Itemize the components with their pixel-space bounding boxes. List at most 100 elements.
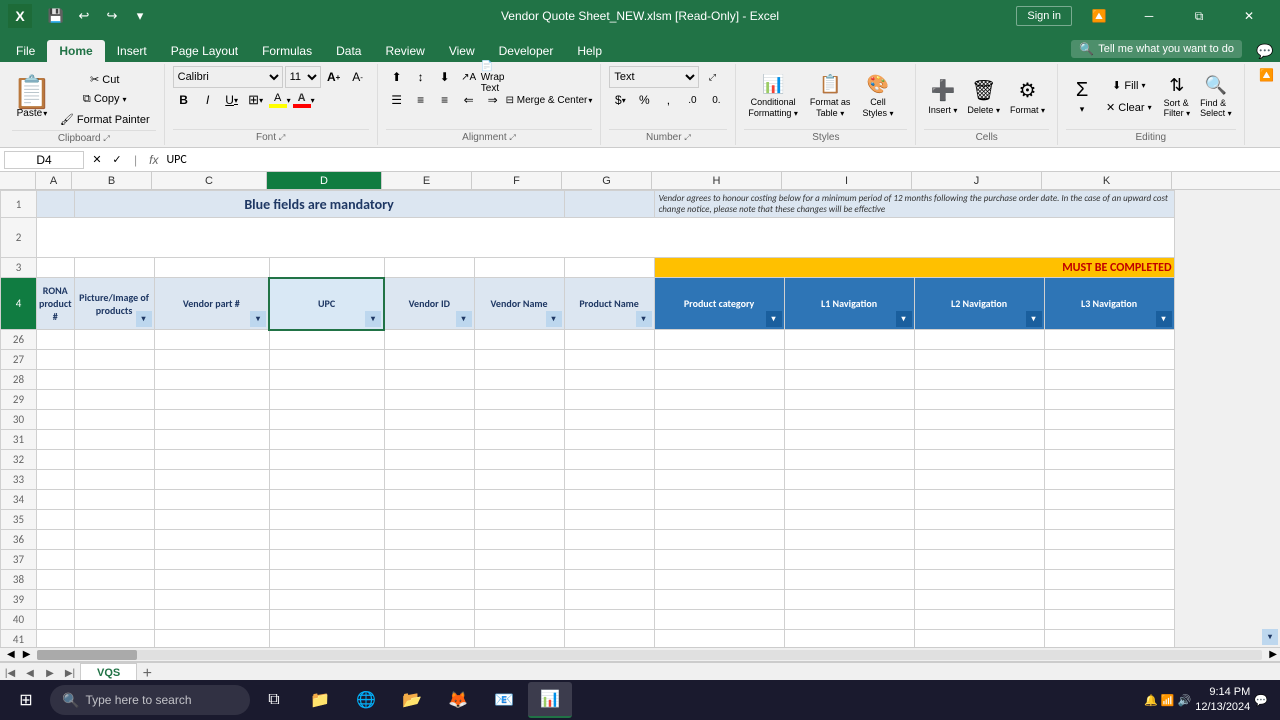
delete-btn[interactable]: 🗑 Delete ▾ bbox=[963, 68, 1004, 126]
comma-btn[interactable]: , bbox=[657, 89, 679, 111]
minimize-btn[interactable]: ─ bbox=[1126, 0, 1172, 32]
cell-K4-header[interactable]: L3 Navigation ▾ bbox=[1044, 278, 1174, 330]
tab-developer[interactable]: Developer bbox=[487, 40, 566, 62]
number-format-select[interactable]: Text bbox=[609, 66, 699, 88]
tab-review[interactable]: Review bbox=[373, 40, 436, 62]
insert-btn[interactable]: ➕ Insert ▾ bbox=[924, 68, 961, 126]
cell-D4-header[interactable]: UPC ▾ bbox=[269, 278, 384, 330]
cell-B1-merged[interactable]: Blue fields are mandatory bbox=[74, 191, 564, 218]
cell-E3[interactable] bbox=[384, 258, 474, 278]
cell-A1[interactable] bbox=[37, 191, 75, 218]
col-F-dropdown[interactable]: ▾ bbox=[546, 311, 562, 327]
save-quick-btn[interactable]: 💾 bbox=[44, 4, 68, 28]
tab-view[interactable]: View bbox=[437, 40, 487, 62]
notification-icon[interactable]: 💬 bbox=[1254, 694, 1268, 707]
cell-F4-header[interactable]: Vendor Name ▾ bbox=[474, 278, 564, 330]
collapse-ribbon-btn[interactable]: 🔼 bbox=[1257, 64, 1276, 145]
align-top-btn[interactable]: ⬆ bbox=[386, 66, 408, 88]
fill-btn[interactable]: ⬇ Fill ▾ bbox=[1100, 76, 1158, 96]
tab-home[interactable]: Home bbox=[47, 40, 104, 62]
scroll-left-btn[interactable]: ◀ bbox=[4, 649, 18, 660]
col-E-dropdown[interactable]: ▾ bbox=[456, 311, 472, 327]
task-view-btn[interactable]: ⧉ bbox=[252, 682, 296, 718]
col-header-H[interactable]: H bbox=[652, 172, 782, 189]
taskbar-search[interactable]: 🔍 Type here to search bbox=[50, 685, 250, 715]
number-format-expand-btn[interactable]: ⤢ bbox=[701, 66, 723, 88]
col-K-dropdown[interactable]: ▾ bbox=[1156, 311, 1172, 327]
col-D-dropdown[interactable]: ▾ bbox=[365, 311, 381, 327]
cell-H4-header[interactable]: Product category ▾ bbox=[654, 278, 784, 330]
confirm-formula-btn[interactable]: ✓ bbox=[108, 151, 126, 169]
underline-btn[interactable]: U ▾ bbox=[221, 89, 243, 111]
indent-decrease-btn[interactable]: ⇐ bbox=[458, 89, 480, 111]
currency-btn[interactable]: $▾ bbox=[609, 89, 631, 111]
col-header-J[interactable]: J bbox=[912, 172, 1042, 189]
col-H-dropdown[interactable]: ▾ bbox=[766, 311, 782, 327]
tab-help[interactable]: Help bbox=[565, 40, 614, 62]
cell-D3[interactable] bbox=[269, 258, 384, 278]
col-header-F[interactable]: F bbox=[472, 172, 562, 189]
ribbon-search[interactable]: 🔍 Tell me what you want to do bbox=[1071, 40, 1242, 58]
cell-A2[interactable] bbox=[37, 218, 1175, 258]
align-left-btn[interactable]: ☰ bbox=[386, 89, 408, 111]
cell-G1[interactable] bbox=[564, 191, 654, 218]
format-painter-btn[interactable]: 🖌 Format Painter bbox=[54, 110, 156, 128]
dec-decimal-btn[interactable]: 0. bbox=[705, 89, 727, 111]
wrap-text-btn[interactable]: 📄 Wrap Text bbox=[482, 66, 504, 88]
align-center-btn[interactable]: ≡ bbox=[410, 89, 432, 111]
format-cells-btn[interactable]: ⚙ Format ▾ bbox=[1006, 68, 1049, 126]
col-header-A[interactable]: A bbox=[36, 172, 72, 189]
col-G-dropdown[interactable]: ▾ bbox=[636, 311, 652, 327]
taskbar-firefox-btn[interactable]: 🦊 bbox=[436, 682, 480, 718]
cell-B3[interactable] bbox=[74, 258, 154, 278]
tab-insert[interactable]: Insert bbox=[105, 40, 159, 62]
col-header-C[interactable]: C bbox=[152, 172, 267, 189]
redo-quick-btn[interactable]: ↪ bbox=[100, 4, 124, 28]
scroll-right2-btn[interactable]: ▶ bbox=[1266, 649, 1280, 660]
cell-A4-header[interactable]: RONA product # ▾ bbox=[37, 278, 75, 330]
col-header-G[interactable]: G bbox=[562, 172, 652, 189]
orient-btn[interactable]: ↗A bbox=[458, 66, 480, 88]
col-C-dropdown[interactable]: ▾ bbox=[250, 311, 266, 327]
h-scroll-thumb[interactable] bbox=[37, 650, 137, 660]
comments-btn[interactable]: 💬 bbox=[1250, 40, 1280, 62]
bold-btn[interactable]: B bbox=[173, 89, 195, 111]
taskbar-files-btn[interactable]: 📂 bbox=[390, 682, 434, 718]
fill-color-btn[interactable]: A ▾ bbox=[269, 89, 291, 111]
italic-btn[interactable]: I bbox=[197, 89, 219, 111]
horizontal-scrollbar[interactable]: ◀ ▶ ▶ bbox=[0, 647, 1280, 661]
taskbar-outlook-btn[interactable]: 📧 bbox=[482, 682, 526, 718]
cut-btn[interactable]: ✂ Cut bbox=[54, 70, 156, 88]
taskbar-explorer-btn[interactable]: 📁 bbox=[298, 682, 342, 718]
cancel-formula-btn[interactable]: ✕ bbox=[88, 151, 106, 169]
font-size-select[interactable]: 11 bbox=[285, 66, 321, 88]
align-right-btn[interactable]: ≡ bbox=[434, 89, 456, 111]
tab-data[interactable]: Data bbox=[324, 40, 373, 62]
col-header-I[interactable]: I bbox=[782, 172, 912, 189]
more-quick-btn[interactable]: ▾ bbox=[128, 4, 152, 28]
percent-btn[interactable]: % bbox=[633, 89, 655, 111]
cell-E4-header[interactable]: Vendor ID ▾ bbox=[384, 278, 474, 330]
ribbon-collapse-btn[interactable]: 🔼 bbox=[1076, 0, 1122, 32]
taskbar-excel-active-btn[interactable]: 📊 bbox=[528, 682, 572, 718]
col-header-K[interactable]: K bbox=[1042, 172, 1172, 189]
paste-btn[interactable]: 📋 Paste▾ bbox=[12, 76, 52, 119]
sign-in-btn[interactable]: Sign in bbox=[1016, 6, 1072, 26]
cell-J4-header[interactable]: L2 Navigation ▾ bbox=[914, 278, 1044, 330]
cell-styles-btn[interactable]: 🎨 CellStyles ▾ bbox=[858, 69, 897, 125]
font-shrink-btn[interactable]: A- bbox=[347, 66, 369, 88]
start-btn[interactable]: ⊞ bbox=[4, 682, 48, 718]
cell-F3[interactable] bbox=[474, 258, 564, 278]
col-header-E[interactable]: E bbox=[382, 172, 472, 189]
cell-C3[interactable] bbox=[154, 258, 269, 278]
format-as-table-btn[interactable]: 📋 Format asTable ▾ bbox=[806, 69, 855, 125]
merge-center-btn[interactable]: ⊟ Merge & Center ▾ bbox=[506, 95, 593, 106]
align-bottom-btn[interactable]: ⬇ bbox=[434, 66, 456, 88]
indent-increase-btn[interactable]: ⇒ bbox=[482, 89, 504, 111]
cell-B4-header[interactable]: Picture/Image of products ▾ bbox=[74, 278, 154, 330]
font-color-btn[interactable]: A ▾ bbox=[293, 89, 315, 111]
tab-formulas[interactable]: Formulas bbox=[250, 40, 324, 62]
copy-btn[interactable]: ⧉ Copy ▾ bbox=[54, 90, 156, 108]
inc-decimal-btn[interactable]: .0 bbox=[681, 89, 703, 111]
col-J-dropdown[interactable]: ▾ bbox=[1026, 311, 1042, 327]
